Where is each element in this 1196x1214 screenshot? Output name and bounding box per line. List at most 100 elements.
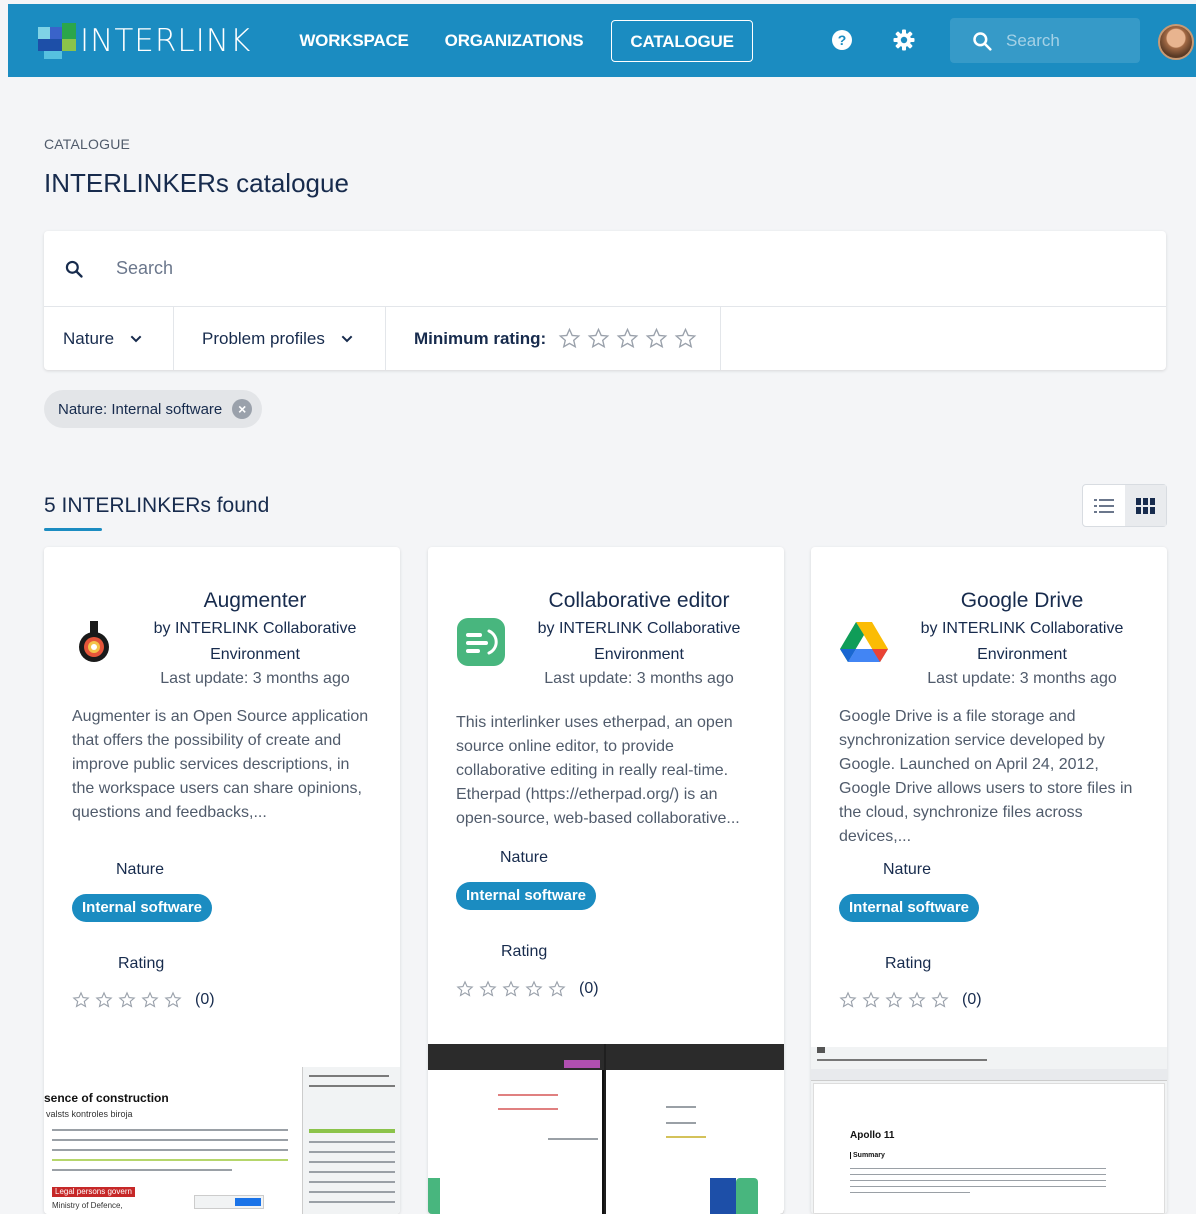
card-author: by INTERLINK Collaborative Environment (920, 620, 1124, 663)
interlinker-card-collaborative-editor[interactable]: Collaborative editor by INTERLINK Collab… (428, 547, 784, 1214)
grid-view-icon (1135, 497, 1155, 514)
results-count: 5 INTERLINKERs found (44, 494, 270, 517)
card-author: by INTERLINK Collaborative Environment (153, 620, 357, 663)
nature-badge[interactable]: Internal software (456, 882, 597, 910)
interlink-logo-icon (38, 22, 78, 59)
card-header: Google Drive by INTERLINK Collaborative … (911, 589, 1133, 688)
interlinker-card-augmenter[interactable]: Augmenter by INTERLINK Collaborative Env… (44, 547, 400, 1214)
minimum-rating-stars[interactable] (558, 327, 697, 350)
nature-label: Nature (883, 861, 932, 878)
rating-count: (0) (195, 991, 215, 1008)
help-icon[interactable]: ? (830, 28, 854, 52)
snapshot-text-line (52, 1169, 232, 1171)
chip-label: Nature: Internal software (58, 400, 223, 418)
rating-count: (0) (579, 980, 599, 997)
star-outline-icon[interactable] (616, 327, 639, 350)
grid-view-button[interactable] (1124, 485, 1166, 526)
snapshot-doc-page: Apollo 11 Summary (813, 1083, 1165, 1214)
star-outline-icon (479, 980, 497, 997)
card-last-update: Last update: 3 months ago (160, 670, 350, 687)
snapshot-highlight: Legal persons govern (52, 1187, 135, 1197)
star-outline-icon[interactable] (674, 327, 697, 350)
nav-workspace[interactable]: WORKSPACE (281, 20, 426, 62)
top-search-input[interactable] (1006, 30, 1126, 51)
card-description: Augmenter is an Open Source application … (72, 708, 369, 821)
card-description: Google Drive is a file storage and synch… (839, 708, 1133, 845)
star-outline-icon (839, 991, 857, 1008)
main-nav: WORKSPACE ORGANIZATIONS CATALOGUE (281, 19, 753, 62)
star-outline-icon (908, 991, 926, 1008)
star-outline-icon (502, 980, 520, 997)
rating-label: Rating (501, 943, 548, 960)
svg-text:?: ? (838, 32, 847, 48)
top-search-box[interactable] (950, 18, 1140, 63)
filter-panel: Nature Problem profiles Minimum rating: (44, 231, 1166, 370)
problem-profiles-label: Problem profiles (202, 328, 325, 348)
star-outline-icon[interactable] (587, 327, 610, 350)
rating-stars: (0) (456, 980, 599, 998)
nature-label: Nature (116, 861, 165, 878)
collaborative-editor-logo-icon (457, 618, 505, 666)
search-icon (65, 260, 83, 278)
snapshot-left-window (428, 1044, 604, 1214)
catalogue-search-input[interactable] (116, 258, 1016, 279)
card-last-update: Last update: 3 months ago (544, 670, 734, 687)
snapshot-heading: sence of construction (44, 1091, 169, 1105)
settings-icon[interactable] (892, 28, 916, 52)
card-header: Collaborative editor by INTERLINK Collab… (528, 589, 750, 688)
card-title[interactable]: Augmenter (144, 589, 366, 613)
star-outline-icon (118, 991, 136, 1008)
chevron-down-icon (341, 335, 353, 342)
problem-profiles-dropdown[interactable]: Problem profiles (174, 307, 386, 370)
user-avatar[interactable] (1158, 24, 1194, 60)
card-description: This interlinker uses etherpad, an open … (456, 714, 740, 827)
view-toggle (1082, 484, 1167, 527)
top-icons: ? (830, 28, 916, 52)
interlinker-card-google-drive[interactable]: Google Drive by INTERLINK Collaborative … (811, 547, 1167, 1214)
star-outline-icon (548, 980, 566, 997)
star-outline-icon (885, 991, 903, 1008)
star-outline-icon[interactable] (645, 327, 668, 350)
rating-count: (0) (962, 991, 982, 1008)
chip-remove-icon[interactable]: × (232, 399, 253, 419)
augmenter-logo-icon (79, 621, 109, 662)
catalogue-search[interactable] (44, 231, 1166, 307)
nature-label: Nature (500, 849, 549, 866)
active-filter-chip[interactable]: Nature: Internal software × (44, 390, 263, 428)
star-outline-icon[interactable] (558, 327, 581, 350)
card-screenshot (428, 1044, 784, 1214)
card-screenshot: Apollo 11 Summary (811, 1047, 1167, 1214)
star-outline-icon (72, 991, 90, 1008)
results-underline (44, 528, 102, 531)
list-view-icon (1093, 498, 1114, 513)
minimum-rating-filter: Minimum rating: (386, 307, 721, 370)
list-view-button[interactable] (1083, 485, 1125, 526)
star-outline-icon (164, 991, 182, 1008)
card-header: Augmenter by INTERLINK Collaborative Env… (144, 589, 366, 688)
nav-organizations[interactable]: ORGANIZATIONS (427, 20, 602, 62)
nature-badge[interactable]: Internal software (839, 894, 980, 922)
minimum-rating-label: Minimum rating: (414, 328, 547, 348)
card-screenshot: sence of construction valsts kontroles b… (44, 1067, 400, 1214)
star-outline-icon (525, 980, 543, 997)
card-author: by INTERLINK Collaborative Environment (537, 620, 741, 663)
star-outline-icon (931, 991, 949, 1008)
snapshot-text-line (52, 1159, 288, 1161)
nav-catalogue[interactable]: CATALOGUE (611, 19, 753, 62)
snapshot-subheading: valsts kontroles biroja (46, 1109, 133, 1119)
card-title[interactable]: Google Drive (911, 589, 1133, 613)
rating-stars: (0) (839, 991, 982, 1009)
star-outline-icon (862, 991, 880, 1008)
snapshot-heading: Apollo 11 (850, 1130, 895, 1141)
card-title[interactable]: Collaborative editor (528, 589, 750, 613)
snapshot-right-window (606, 1044, 784, 1214)
nature-badge[interactable]: Internal software (72, 894, 213, 922)
search-icon (973, 31, 992, 51)
snapshot-text-line (52, 1149, 288, 1151)
interlink-logo[interactable]: INTERLINK (38, 22, 251, 59)
nature-dropdown[interactable]: Nature (44, 307, 174, 370)
breadcrumb[interactable]: CATALOGUE (44, 136, 130, 152)
star-outline-icon (456, 980, 474, 997)
rating-label: Rating (118, 955, 165, 972)
snapshot-subheading: Summary (850, 1152, 885, 1159)
